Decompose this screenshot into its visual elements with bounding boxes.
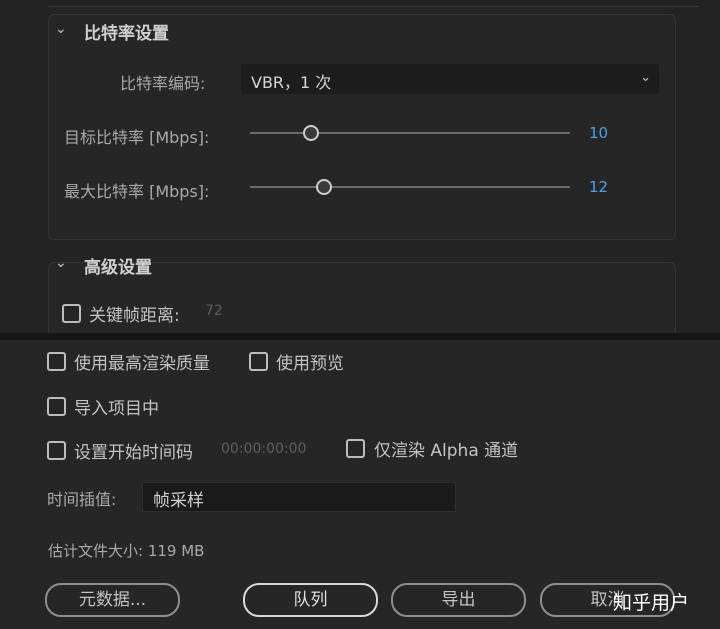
time-interpolation-value: 帧采样 xyxy=(153,491,204,511)
set-start-timecode-checkbox[interactable] xyxy=(47,441,66,460)
watermark-text: 知乎用户 xyxy=(613,592,690,614)
timecode-value[interactable]: 00:00:00:00 xyxy=(221,441,306,457)
bitrate-encoding-label: 比特率编码: xyxy=(120,74,206,93)
target-bitrate-thumb[interactable] xyxy=(302,125,319,141)
chevron-down-icon[interactable]: ⌄ xyxy=(55,21,67,37)
keyframe-distance-checkbox[interactable] xyxy=(62,304,81,323)
bitrate-section-title[interactable]: 比特率设置 xyxy=(84,19,169,44)
panel-divider xyxy=(0,333,720,340)
metadata-button[interactable]: 元数据... xyxy=(45,583,180,617)
import-project-label: 导入项目中 xyxy=(74,399,159,419)
max-bitrate-thumb[interactable] xyxy=(315,179,332,195)
estimated-filesize: 估计文件大小: 119 MB xyxy=(48,542,205,560)
use-previews-checkbox[interactable] xyxy=(249,352,268,371)
time-interpolation-select[interactable]: 帧采样 xyxy=(142,482,456,512)
set-start-timecode-label: 设置开始时间码 xyxy=(74,443,193,463)
chevron-down-icon[interactable]: ⌄ xyxy=(55,255,67,271)
target-bitrate-slider[interactable] xyxy=(250,132,570,134)
target-bitrate-value[interactable]: 10 xyxy=(589,124,608,142)
export-button[interactable]: 导出 xyxy=(391,583,526,617)
keyframe-distance-label: 关键帧距离: xyxy=(89,306,180,326)
max-render-quality-checkbox[interactable] xyxy=(47,352,66,371)
alpha-only-label: 仅渲染 Alpha 通道 xyxy=(374,441,519,461)
top-divider xyxy=(48,0,698,7)
max-render-quality-label: 使用最高渲染质量 xyxy=(74,354,210,374)
queue-button[interactable]: 队列 xyxy=(243,583,378,617)
time-interpolation-label: 时间插值: xyxy=(47,490,117,509)
advanced-section-title[interactable]: 高级设置 xyxy=(84,253,152,278)
keyframe-distance-value[interactable]: 72 xyxy=(205,303,223,319)
bitrate-encoding-value: VBR，1 次 xyxy=(251,73,332,92)
max-bitrate-slider[interactable] xyxy=(250,186,570,188)
import-project-checkbox[interactable] xyxy=(47,397,66,416)
bitrate-encoding-dropdown[interactable]: VBR，1 次 ⌄ xyxy=(241,64,659,94)
use-previews-label: 使用预览 xyxy=(276,354,344,374)
chevron-down-icon: ⌄ xyxy=(640,70,651,85)
max-bitrate-label: 最大比特率 [Mbps]: xyxy=(64,182,210,201)
alpha-only-checkbox[interactable] xyxy=(346,439,365,458)
max-bitrate-value[interactable]: 12 xyxy=(589,178,608,196)
target-bitrate-label: 目标比特率 [Mbps]: xyxy=(64,128,210,147)
